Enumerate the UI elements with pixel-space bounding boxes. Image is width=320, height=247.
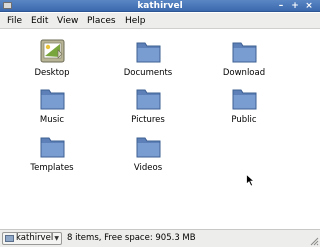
menu-file[interactable]: File xyxy=(7,14,22,28)
menu-help[interactable]: Help xyxy=(125,14,146,28)
location-button[interactable]: kathirvel ▼ xyxy=(2,232,62,245)
folder-icon xyxy=(40,89,65,110)
folder-icon xyxy=(232,89,257,110)
status-bar: kathirvel ▼ 8 items, Free space: 905.3 M… xyxy=(0,229,320,247)
file-view[interactable]: Desktop Documents Download Music Picture… xyxy=(0,29,320,229)
templates-item[interactable]: Templates xyxy=(12,132,92,176)
download-item[interactable]: Download xyxy=(204,37,284,81)
public-item[interactable]: Public xyxy=(204,84,284,128)
resize-grip-icon[interactable] xyxy=(309,236,319,246)
item-label: Documents xyxy=(123,68,173,78)
window-title: kathirvel xyxy=(137,1,183,11)
folder-icon xyxy=(136,137,161,158)
menu-places[interactable]: Places xyxy=(87,14,116,28)
item-label: Desktop xyxy=(34,68,70,78)
item-label: Pictures xyxy=(131,115,165,125)
minimize-button[interactable]: – xyxy=(276,1,286,11)
desktop-item[interactable]: Desktop xyxy=(12,37,92,81)
music-item[interactable]: Music xyxy=(12,84,92,128)
chevron-down-icon: ▼ xyxy=(54,235,59,242)
folder-icon xyxy=(232,42,257,63)
item-label: Public xyxy=(231,115,257,125)
menu-edit[interactable]: Edit xyxy=(31,14,48,28)
menu-bar: File Edit View Places Help xyxy=(0,13,320,29)
videos-item[interactable]: Videos xyxy=(108,132,188,176)
folder-icon xyxy=(40,137,65,158)
item-label: Download xyxy=(222,68,266,78)
drive-icon xyxy=(5,235,14,242)
item-label: Templates xyxy=(30,163,74,173)
status-text: 8 items, Free space: 905.3 MB xyxy=(67,233,196,243)
mouse-cursor-icon xyxy=(246,174,255,187)
folder-icon xyxy=(136,42,161,63)
title-bar[interactable]: kathirvel – + × xyxy=(0,0,320,12)
pictures-item[interactable]: Pictures xyxy=(108,84,188,128)
desktop-icon xyxy=(40,39,65,63)
close-button[interactable]: × xyxy=(304,1,314,11)
item-label: Music xyxy=(39,115,65,125)
location-label: kathirvel xyxy=(16,233,54,243)
maximize-button[interactable]: + xyxy=(290,1,300,11)
menu-view[interactable]: View xyxy=(57,14,78,28)
item-label: Videos xyxy=(133,163,163,173)
folder-icon xyxy=(136,89,161,110)
documents-item[interactable]: Documents xyxy=(108,37,188,81)
